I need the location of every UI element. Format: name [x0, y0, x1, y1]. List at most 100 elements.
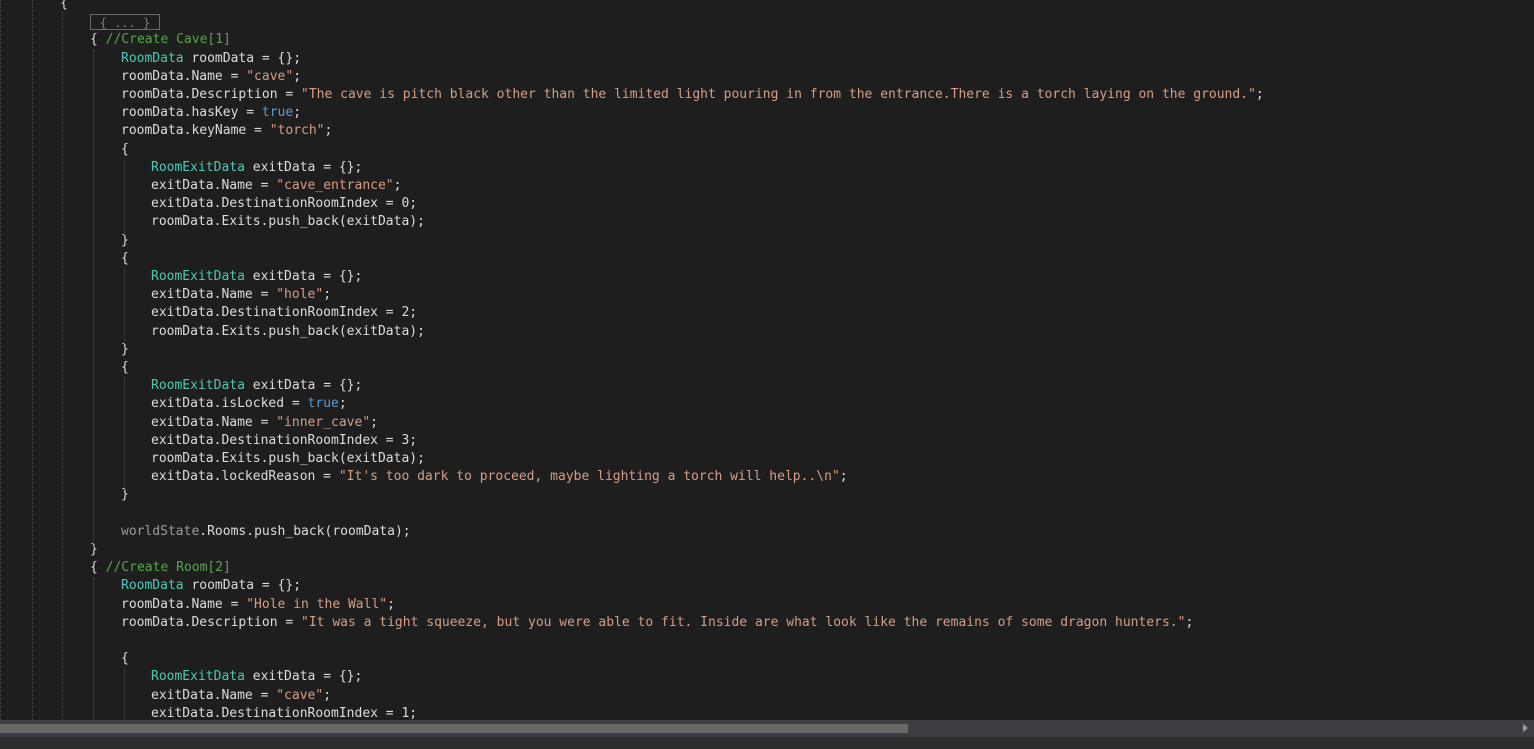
code-token: exitData = {}; [244, 378, 363, 394]
code-line[interactable]: RoomData roomData = {}; [121, 577, 301, 595]
code-line[interactable]: { [121, 141, 129, 159]
code-token: ; [323, 687, 332, 703]
code-token: roomData.Exits.push_back(exitData); [151, 451, 425, 466]
horizontal-scrollbar-thumb[interactable] [0, 724, 908, 733]
code-token: RoomData [121, 50, 184, 66]
code-token: ; [370, 414, 378, 430]
code-token: RoomExitData [151, 269, 245, 284]
code-token: true [261, 105, 294, 121]
code-token: roomData.Description = [121, 87, 302, 102]
code-line[interactable]: exitData.DestinationRoomIndex = 2; [151, 304, 417, 322]
code-token: exitData.Name = [151, 178, 277, 193]
code-token: ; [409, 705, 418, 720]
code-token: ; [1185, 614, 1194, 630]
code-token: exitData.isLocked = [151, 396, 308, 412]
code-token: exitData = {}; [244, 669, 363, 685]
code-token: true [307, 396, 339, 412]
code-line[interactable]: roomData.Exits.push_back(exitData); [151, 213, 425, 231]
code-token: { [121, 360, 129, 375]
code-token: ; [387, 596, 395, 612]
code-token: ; [293, 68, 302, 84]
code-token: roomData = {}; [183, 50, 302, 66]
code-token: exitData = {}; [244, 269, 363, 284]
code-editor[interactable]: { ... } {{ //Create Cave[1] RoomData room… [0, 0, 1534, 720]
code-token: ; [409, 305, 418, 321]
code-line[interactable]: roomData.Name = "Hole in the Wall"; [121, 596, 395, 614]
code-token: roomData.Exits.push_back(exitData); [151, 323, 425, 339]
code-token: "torch" [269, 123, 325, 139]
code-line[interactable]: { [121, 650, 129, 668]
code-token: "Hole in the Wall" [246, 596, 388, 612]
code-token: ; [409, 432, 418, 448]
code-token: exitData.DestinationRoomIndex = [151, 705, 402, 720]
code-line[interactable]: exitData.Name = "cave_entrance"; [151, 177, 401, 195]
indent-guide [93, 578, 94, 720]
horizontal-scrollbar[interactable] [0, 720, 1534, 737]
code-token: { [121, 651, 129, 667]
code-token: "cave_entrance" [276, 178, 394, 193]
code-token: "The cave is pitch black other than the … [301, 87, 1256, 102]
code-line[interactable]: RoomExitData exitData = {}; [151, 668, 362, 686]
code-token: { [90, 32, 106, 48]
code-line[interactable]: roomData.Description = "It was a tight s… [121, 614, 1193, 632]
indent-guide [124, 158, 125, 235]
code-line[interactable]: exitData.DestinationRoomIndex = 1; [151, 705, 417, 720]
code-line[interactable]: roomData.Exits.push_back(exitData); [151, 450, 425, 468]
code-token: RoomExitData [151, 378, 245, 394]
code-token: exitData.Name = [151, 414, 277, 430]
code-token: exitData.DestinationRoomIndex = [151, 432, 402, 448]
code-line[interactable]: RoomExitData exitData = {}; [151, 159, 362, 177]
code-line[interactable]: exitData.Name = "inner_cave"; [151, 414, 378, 432]
code-token: //Create Room[2] [105, 560, 231, 576]
code-token: RoomExitData [151, 669, 245, 685]
indent-guide [124, 267, 125, 344]
code-line[interactable]: exitData.isLocked = true; [151, 395, 347, 413]
code-token: ; [409, 196, 418, 212]
code-line[interactable]: exitData.DestinationRoomIndex = 0; [151, 195, 417, 213]
code-token: ; [1255, 87, 1264, 102]
code-line[interactable]: RoomData roomData = {}; [121, 50, 301, 68]
code-line[interactable]: worldState.Rooms.push_back(roomData); [121, 523, 411, 541]
code-line[interactable]: RoomExitData exitData = {}; [151, 268, 362, 286]
code-token: RoomData [121, 578, 184, 594]
code-line[interactable]: { [121, 359, 129, 377]
code-token: "cave" [276, 687, 324, 703]
code-token: roomData.Description = [121, 614, 302, 630]
code-token: ; [293, 105, 302, 121]
code-line[interactable]: exitData.Name = "cave"; [151, 687, 331, 705]
code-line[interactable]: { //Create Room[2] [90, 559, 231, 577]
collapsed-region-placeholder[interactable]: { ... } [90, 14, 160, 30]
indent-guide [124, 667, 125, 720]
code-line[interactable]: roomData.Name = "cave"; [121, 68, 301, 86]
code-line[interactable]: roomData.keyName = "torch"; [121, 122, 332, 140]
code-token: roomData = {}; [183, 578, 302, 594]
code-token: "inner_cave" [276, 414, 371, 430]
code-line[interactable]: exitData.DestinationRoomIndex = 3; [151, 432, 417, 450]
code-token: exitData.Name = [151, 287, 277, 303]
code-line[interactable]: roomData.Exits.push_back(exitData); [151, 323, 425, 341]
code-token: "cave" [246, 68, 294, 84]
indent-guide [93, 50, 94, 550]
code-token: ; [393, 178, 402, 193]
code-token: roomData.Name = [121, 68, 247, 84]
scroll-right-arrow-icon[interactable] [1523, 724, 1528, 732]
code-token: exitData = {}; [244, 159, 363, 175]
code-line[interactable]: RoomExitData exitData = {}; [151, 377, 362, 395]
code-line[interactable]: { [121, 250, 129, 268]
code-line[interactable]: { //Create Cave[1] [90, 31, 231, 49]
code-token: "It's too dark to proceed, maybe lightin… [338, 469, 840, 485]
code-token: ; [324, 123, 333, 139]
code-token: { [60, 0, 68, 11]
code-line[interactable]: exitData.Name = "hole"; [151, 286, 331, 304]
code-line[interactable]: roomData.Description = "The cave is pitc… [121, 86, 1264, 104]
code-token: //Create Cave[1] [105, 32, 231, 48]
code-token: "hole" [276, 287, 324, 303]
indent-guide [62, 12, 63, 720]
code-token: worldState [121, 523, 200, 539]
code-line[interactable]: exitData.lockedReason = "It's too dark t… [151, 468, 848, 486]
code-token: roomData.hasKey = [121, 105, 262, 121]
code-line[interactable]: roomData.hasKey = true; [121, 104, 301, 122]
code-token: ; [839, 469, 848, 485]
code-token: exitData.DestinationRoomIndex = [151, 305, 402, 321]
code-token: exitData.lockedReason = [151, 469, 339, 485]
